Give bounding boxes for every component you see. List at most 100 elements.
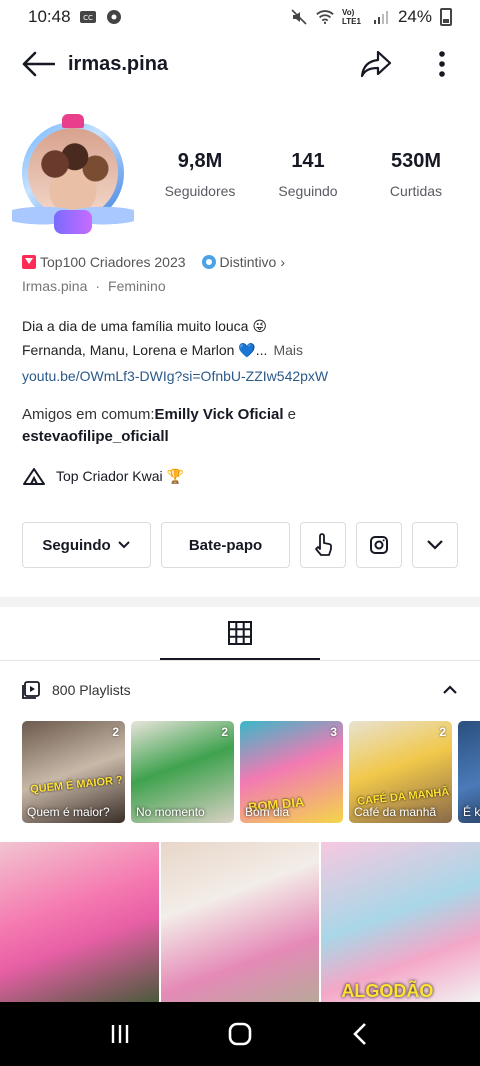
playlist-card[interactable]: CAFÉ DA MANHÃ 2 Café da manhã: [349, 721, 452, 823]
profile-link[interactable]: youtu.be/OWmLf3-DWIg?si=OfnbU-ZZIw542pxW: [22, 368, 462, 384]
rank-label[interactable]: Top100 Criadores 2023: [40, 254, 186, 270]
top-bar: irmas.pina: [0, 38, 480, 90]
mutual-friend-2[interactable]: estevaofilipe_oficiall: [22, 428, 169, 445]
top-criador-label: Top Criador Kwai 🏆: [56, 467, 184, 484]
playlist-card[interactable]: É k: [458, 721, 480, 823]
more-options-button[interactable]: [424, 46, 460, 82]
svg-text:CC: CC: [83, 14, 93, 22]
recents-icon: [111, 1025, 129, 1043]
video-thumbnail[interactable]: [0, 842, 159, 1002]
page-title: irmas.pina: [68, 52, 169, 75]
crown-icon: [62, 114, 84, 128]
playlist-count: 2: [221, 725, 228, 739]
stat-label: Seguidores: [164, 183, 236, 199]
top-criador-row[interactable]: Top Criador Kwai 🏆: [22, 466, 462, 486]
playlists-header[interactable]: 800 Playlists: [22, 674, 458, 706]
playlist-title: Café da manhã: [354, 805, 437, 819]
signal-icon: [372, 9, 390, 25]
bio-text-line1: Dia a dia de uma família muito louca 😜: [22, 318, 267, 334]
system-nav-bar: [0, 1002, 480, 1066]
more-vertical-icon: [439, 51, 445, 77]
chat-notification-icon: [105, 9, 123, 25]
video-caption: ALGODÃO: [341, 981, 434, 1001]
caption-icon: CC: [79, 9, 97, 25]
chat-button[interactable]: Bate-papo: [161, 522, 290, 568]
mutual-friends-label: Amigos em comum:: [22, 406, 155, 423]
back-nav-button[interactable]: [340, 1014, 380, 1054]
hand-tap-icon: [315, 533, 332, 556]
playlist-carousel: QUEM É MAIOR ? 2 Quem é maior? 2 No mome…: [22, 721, 480, 825]
profile-actions: Seguindo Bate-papo: [22, 522, 458, 568]
share-button[interactable]: [358, 46, 394, 82]
mutual-friends-and: e: [283, 406, 297, 423]
content-tabs: [0, 607, 480, 661]
stat-likes: 530M Curtidas: [366, 150, 466, 199]
playlist-title: Bom dia: [245, 805, 290, 819]
meta-separator: ·: [95, 278, 101, 294]
profile-stats: 9,8M Seguidores 141 Seguindo 530M Curtid…: [150, 150, 466, 199]
badge-icon: [201, 255, 216, 269]
grid-icon: [228, 620, 252, 645]
video-grid: ALGODÃO: [0, 842, 480, 1002]
bio-text: Fernanda, Manu, Lorena e Marlon 💙...: [22, 342, 268, 358]
bio-text-line2: Fernanda, Manu, Lorena e Marlon 💙... Mais: [22, 340, 462, 360]
following-button[interactable]: Seguindo: [22, 522, 151, 568]
avatar-badge: [54, 210, 92, 234]
battery-icon: [440, 8, 452, 26]
video-thumbnail[interactable]: [160, 842, 320, 1002]
chevron-down-icon: [117, 541, 130, 549]
playlist-title: É k: [463, 805, 480, 819]
ranking-flag-icon: [22, 255, 36, 269]
chevron-left-icon: [353, 1023, 366, 1045]
network-label: Vo) LTE1: [341, 8, 361, 26]
tap-button[interactable]: [300, 522, 346, 568]
chat-label: Bate-papo: [188, 536, 263, 554]
home-icon: [228, 1022, 252, 1046]
wifi-icon: [316, 9, 334, 25]
battery-percent: 24%: [397, 7, 432, 26]
mute-icon: [290, 9, 308, 25]
tab-videos[interactable]: [160, 607, 320, 660]
rank-row: Top100 Criadores 2023 Distintivo ›: [22, 254, 462, 270]
playlist-title: No momento: [136, 805, 205, 819]
playlist-card[interactable]: 2 No momento: [131, 721, 234, 823]
profile-name: Irmas.pina: [22, 278, 88, 294]
stat-value: 9,8M: [177, 150, 223, 172]
stat-following[interactable]: 141 Seguindo: [258, 150, 358, 199]
recent-apps-button[interactable]: [100, 1014, 140, 1054]
expand-button[interactable]: [412, 522, 458, 568]
back-button[interactable]: [20, 46, 56, 82]
chevron-right-icon: ›: [280, 254, 286, 270]
playlist-icon: [22, 681, 40, 699]
playlist-card[interactable]: BOM DIA 3 Bom dia: [240, 721, 343, 823]
avatar[interactable]: [12, 114, 134, 238]
status-time: 10:48: [28, 7, 71, 26]
share-icon: [360, 50, 392, 78]
profile-gender: Feminino: [108, 278, 166, 294]
home-button[interactable]: [220, 1014, 260, 1054]
stat-value: 141: [291, 150, 325, 172]
stat-value: 530M: [390, 150, 442, 172]
mutual-friend-1[interactable]: Emilly Vick Oficial: [155, 406, 284, 423]
playlist-title: Quem é maior?: [27, 805, 110, 819]
video-thumbnail[interactable]: ALGODÃO: [321, 842, 480, 1002]
profile-bio: Top100 Criadores 2023 Distintivo › Irmas…: [22, 254, 462, 486]
playlist-count: 3: [330, 725, 337, 739]
instagram-icon: [370, 536, 388, 554]
stat-followers[interactable]: 9,8M Seguidores: [150, 150, 250, 199]
badge-link[interactable]: Distintivo: [220, 254, 277, 270]
tent-icon: [23, 468, 45, 485]
mutual-friends: Amigos em comum:Emilly Vick Oficial e es…: [22, 404, 462, 448]
playlists-count: 800 Playlists: [52, 682, 131, 698]
playlist-caption: QUEM É MAIOR ?: [29, 774, 124, 796]
following-label: Seguindo: [42, 536, 111, 554]
stat-label: Curtidas: [389, 183, 443, 199]
chevron-down-icon: [427, 540, 443, 550]
chevron-up-icon: [443, 685, 457, 694]
playlist-count: 2: [439, 725, 446, 739]
profile-meta: Irmas.pina · Feminino: [22, 278, 462, 294]
playlist-card[interactable]: QUEM É MAIOR ? 2 Quem é maior?: [22, 721, 125, 823]
arrow-left-icon: [22, 51, 55, 77]
instagram-button[interactable]: [356, 522, 402, 568]
bio-more-link[interactable]: Mais: [273, 342, 303, 358]
